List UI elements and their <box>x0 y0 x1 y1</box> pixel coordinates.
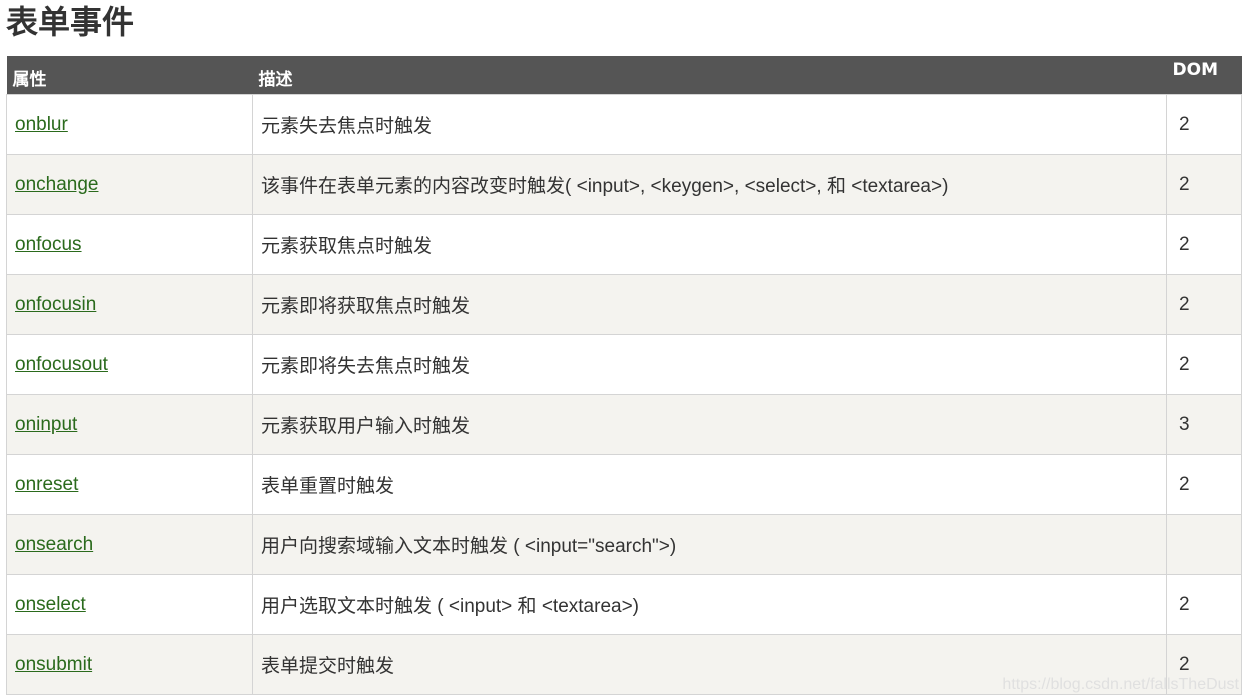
attribute-cell: onfocus <box>6 214 253 275</box>
description-cell: 元素即将获取焦点时触发 <box>252 274 1167 335</box>
attribute-cell: onselect <box>6 574 253 635</box>
table-row: onblur 元素失去焦点时触发 2 <box>6 94 1242 155</box>
table-row: onselect 用户选取文本时触发 ( <input> 和 <textarea… <box>6 574 1242 635</box>
dom-level-cell: 2 <box>1166 94 1242 155</box>
attribute-cell: onfocusin <box>6 274 253 335</box>
table-row: onreset 表单重置时触发 2 <box>6 454 1242 515</box>
description-cell: 元素即将失去焦点时触发 <box>252 334 1167 395</box>
event-link-onchange[interactable]: onchange <box>15 174 98 195</box>
dom-level-cell: 2 <box>1166 214 1242 275</box>
form-events-table: 属性 描述 DOM onblur 元素失去焦点时触发 2 onchange 该事… <box>6 56 1242 695</box>
event-link-oninput[interactable]: oninput <box>15 414 77 435</box>
column-header-dom: DOM <box>1166 56 1242 95</box>
attribute-cell: onblur <box>6 94 253 155</box>
description-cell: 元素获取焦点时触发 <box>252 214 1167 275</box>
csdn-watermark: https://blog.csdn.net/fallsTheDust <box>1002 676 1239 693</box>
table-row: onfocusin 元素即将获取焦点时触发 2 <box>6 274 1242 335</box>
column-header-description: 描述 <box>252 56 1167 95</box>
table-row: oninput 元素获取用户输入时触发 3 <box>6 394 1242 455</box>
description-cell: 表单重置时触发 <box>252 454 1167 515</box>
attribute-cell: onfocusout <box>6 334 253 395</box>
table-row: onchange 该事件在表单元素的内容改变时触发( <input>, <key… <box>6 154 1242 215</box>
event-link-onfocusout[interactable]: onfocusout <box>15 354 108 375</box>
description-cell: 用户向搜索域输入文本时触发 ( <input="search">) <box>252 514 1167 575</box>
table-row: onsearch 用户向搜索域输入文本时触发 ( <input="search"… <box>6 514 1242 575</box>
description-cell: 该事件在表单元素的内容改变时触发( <input>, <keygen>, <se… <box>252 154 1167 215</box>
dom-level-cell: 2 <box>1166 574 1242 635</box>
table-row: onfocusout 元素即将失去焦点时触发 2 <box>6 334 1242 395</box>
dom-level-cell: 3 <box>1166 394 1242 455</box>
column-header-attribute: 属性 <box>6 56 253 95</box>
attribute-cell: onreset <box>6 454 253 515</box>
event-link-onfocusin[interactable]: onfocusin <box>15 294 96 315</box>
page-title: 表单事件 <box>6 3 135 41</box>
event-link-onselect[interactable]: onselect <box>15 594 86 615</box>
description-cell: 元素失去焦点时触发 <box>252 94 1167 155</box>
event-link-onblur[interactable]: onblur <box>15 114 68 135</box>
attribute-cell: onsubmit <box>6 634 253 695</box>
attribute-cell: oninput <box>6 394 253 455</box>
attribute-cell: onsearch <box>6 514 253 575</box>
attribute-cell: onchange <box>6 154 253 215</box>
event-link-onsubmit[interactable]: onsubmit <box>15 654 92 675</box>
description-cell: 用户选取文本时触发 ( <input> 和 <textarea>) <box>252 574 1167 635</box>
dom-level-cell <box>1166 514 1242 575</box>
event-link-onfocus[interactable]: onfocus <box>15 234 82 255</box>
dom-level-cell: 2 <box>1166 274 1242 335</box>
event-link-onsearch[interactable]: onsearch <box>15 534 93 555</box>
table-row: onfocus 元素获取焦点时触发 2 <box>6 214 1242 275</box>
table-header-row: 属性 描述 DOM <box>6 56 1242 95</box>
dom-level-cell: 2 <box>1166 334 1242 395</box>
description-cell: 元素获取用户输入时触发 <box>252 394 1167 455</box>
dom-level-cell: 2 <box>1166 454 1242 515</box>
dom-level-cell: 2 <box>1166 154 1242 215</box>
event-link-onreset[interactable]: onreset <box>15 474 78 495</box>
